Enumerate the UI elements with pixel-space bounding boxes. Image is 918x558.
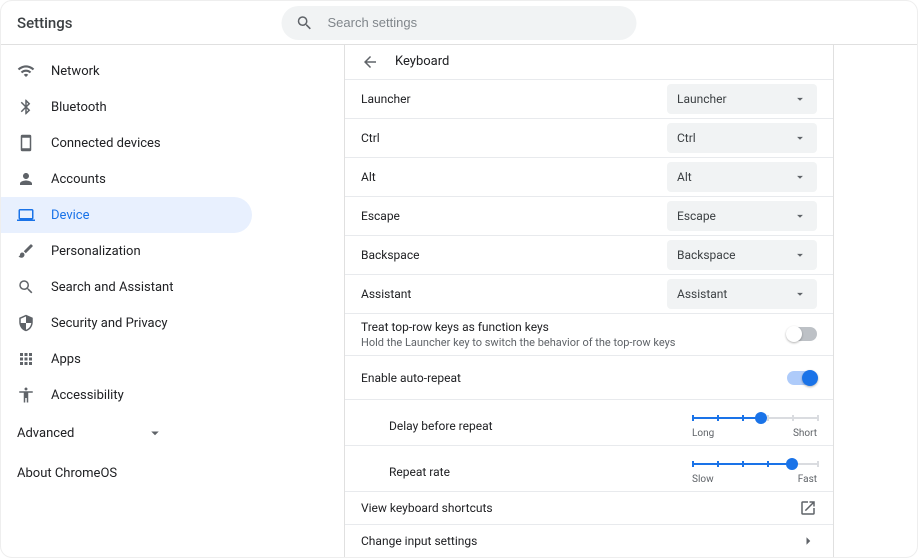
select-value: Assistant xyxy=(677,287,727,301)
header: Settings xyxy=(1,1,917,45)
delay-max-label: Short xyxy=(793,428,817,439)
select-value: Ctrl xyxy=(677,131,696,145)
rate-row: Repeat rate Slow xyxy=(345,446,833,492)
key-label: Launcher xyxy=(361,92,411,106)
back-icon[interactable] xyxy=(361,53,379,71)
sidebar-item-label: Personalization xyxy=(51,244,141,259)
laptop-icon xyxy=(17,206,35,224)
key-select-ctrl[interactable]: Ctrl xyxy=(667,123,817,153)
chevron-down-icon xyxy=(793,131,807,145)
sidebar-item-device[interactable]: Device xyxy=(1,197,252,233)
select-value: Escape xyxy=(677,209,716,223)
chevron-down-icon xyxy=(793,170,807,184)
delay-label: Delay before repeat xyxy=(389,419,493,433)
shield-icon xyxy=(17,314,35,332)
key-select-backspace[interactable]: Backspace xyxy=(667,240,817,270)
chevron-right-icon xyxy=(799,532,817,550)
accessibility-icon xyxy=(17,386,35,404)
auto-repeat-toggle[interactable] xyxy=(787,371,817,385)
key-select-escape[interactable]: Escape xyxy=(667,201,817,231)
shortcuts-label: View keyboard shortcuts xyxy=(361,501,493,515)
page-header: Keyboard xyxy=(345,45,833,79)
sidebar: Network Bluetooth Connected devices Account… xyxy=(1,45,261,557)
top-row-keys-row: Treat top-row keys as function keys Hold… xyxy=(345,314,833,356)
sidebar-item-label: Bluetooth xyxy=(51,100,107,115)
sidebar-item-accounts[interactable]: Accounts xyxy=(1,161,252,197)
rate-label: Repeat rate xyxy=(389,465,450,479)
rate-slider[interactable] xyxy=(692,458,817,470)
sidebar-item-connected-devices[interactable]: Connected devices xyxy=(1,125,252,161)
sidebar-item-search-and-assistant[interactable]: Search and Assistant xyxy=(1,269,252,305)
sidebar-item-security-and-privacy[interactable]: Security and Privacy xyxy=(1,305,252,341)
top-row-toggle[interactable] xyxy=(787,327,817,341)
search-bar[interactable] xyxy=(282,6,637,40)
sidebar-item-label: Device xyxy=(51,208,90,223)
key-row-assistant: Assistant Assistant xyxy=(345,275,833,314)
sidebar-item-label: Search and Assistant xyxy=(51,280,174,295)
device-icon xyxy=(17,134,35,152)
select-value: Launcher xyxy=(677,92,727,106)
key-label: Assistant xyxy=(361,287,411,301)
chevron-down-icon xyxy=(793,287,807,301)
sidebar-item-label: Connected devices xyxy=(51,136,161,151)
sidebar-item-personalization[interactable]: Personalization xyxy=(1,233,252,269)
key-label: Escape xyxy=(361,209,400,223)
sidebar-item-bluetooth[interactable]: Bluetooth xyxy=(1,89,252,125)
delay-row: Delay before repeat Long xyxy=(345,400,833,446)
about-link[interactable]: About ChromeOS xyxy=(1,453,260,493)
select-value: Backspace xyxy=(677,248,735,262)
apps-icon xyxy=(17,350,35,368)
auto-repeat-row: Enable auto-repeat xyxy=(345,356,833,400)
rate-max-label: Fast xyxy=(798,474,817,485)
open-external-icon xyxy=(799,499,817,517)
auto-repeat-label: Enable auto-repeat xyxy=(361,371,461,385)
key-row-escape: Escape Escape xyxy=(345,197,833,236)
sidebar-item-label: Accounts xyxy=(51,172,106,187)
search-icon xyxy=(17,278,35,296)
key-label: Alt xyxy=(361,170,376,184)
content-panel: Keyboard Launcher Launcher Ctrl Ctrl Alt Alt E… xyxy=(344,45,834,557)
sidebar-item-apps[interactable]: Apps xyxy=(1,341,252,377)
wifi-icon xyxy=(17,62,35,80)
sidebar-item-accessibility[interactable]: Accessibility xyxy=(1,377,252,413)
sidebar-item-label: Apps xyxy=(51,352,81,367)
delay-slider[interactable] xyxy=(692,412,817,424)
key-row-backspace: Backspace Backspace xyxy=(345,236,833,275)
bluetooth-icon xyxy=(17,98,35,116)
sidebar-item-label: Network xyxy=(51,64,100,79)
chevron-down-icon xyxy=(793,92,807,106)
sidebar-item-label: Accessibility xyxy=(51,388,124,403)
select-value: Alt xyxy=(677,170,692,184)
delay-min-label: Long xyxy=(692,428,714,439)
key-row-launcher: Launcher Launcher xyxy=(345,80,833,119)
sidebar-item-network[interactable]: Network xyxy=(1,53,252,89)
sidebar-item-label: Security and Privacy xyxy=(51,316,168,331)
key-row-alt: Alt Alt xyxy=(345,158,833,197)
advanced-toggle[interactable]: Advanced xyxy=(1,413,180,453)
chevron-down-icon xyxy=(146,424,164,442)
chevron-down-icon xyxy=(793,209,807,223)
rate-min-label: Slow xyxy=(692,474,714,485)
search-input[interactable] xyxy=(328,15,623,30)
key-select-launcher[interactable]: Launcher xyxy=(667,84,817,114)
about-label: About ChromeOS xyxy=(17,466,117,481)
top-row-sublabel: Hold the Launcher key to switch the beha… xyxy=(361,336,675,349)
key-label: Ctrl xyxy=(361,131,380,145)
person-icon xyxy=(17,170,35,188)
advanced-label: Advanced xyxy=(17,426,74,441)
page-title: Settings xyxy=(17,14,73,32)
search-icon xyxy=(296,14,314,32)
brush-icon xyxy=(17,242,35,260)
key-select-assistant[interactable]: Assistant xyxy=(667,279,817,309)
key-label: Backspace xyxy=(361,248,419,262)
page-header-title: Keyboard xyxy=(395,54,449,69)
key-row-ctrl: Ctrl Ctrl xyxy=(345,119,833,158)
chevron-down-icon xyxy=(793,248,807,262)
input-link[interactable]: Change input settings xyxy=(345,525,833,557)
input-label: Change input settings xyxy=(361,534,477,548)
top-row-label: Treat top-row keys as function keys xyxy=(361,320,675,334)
key-select-alt[interactable]: Alt xyxy=(667,162,817,192)
shortcuts-link[interactable]: View keyboard shortcuts xyxy=(345,492,833,525)
